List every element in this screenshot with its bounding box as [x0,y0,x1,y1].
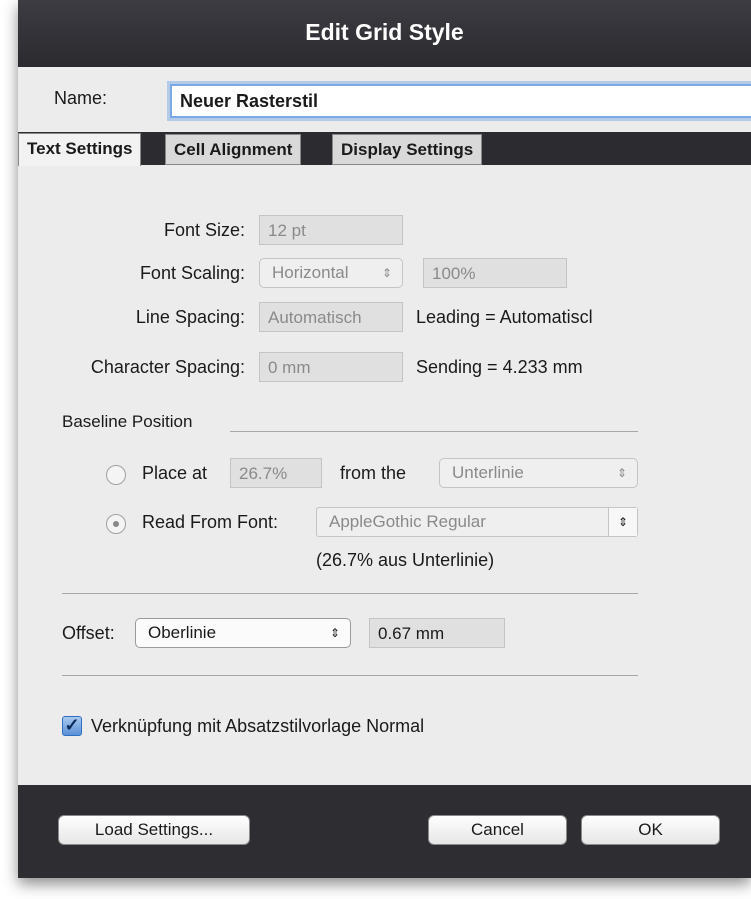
font-size-label: Font Size: [163,220,245,240]
link-paragraph-style-checkbox[interactable]: ✓ [62,716,82,736]
popup-arrows-icon: ⇕ [329,626,340,640]
baseline-heading-divider [230,431,638,432]
offset-section-divider [62,675,638,676]
read-from-font-label: Read From Font: [142,512,279,532]
tab-cell-alignment[interactable]: Cell Alignment [165,134,302,165]
tab-bar: Text Settings Cell Alignment Display Set… [18,132,751,166]
popup-arrows-icon: ⇕ [616,466,627,480]
place-at-label: Place at [142,463,208,483]
character-spacing-label: Character Spacing: [90,357,245,377]
read-from-font-note: (26.7% aus Unterlinie) [316,550,495,570]
offset-mode-popup[interactable]: Oberlinie ⇕ [135,618,351,648]
name-input[interactable]: Neuer Rasterstil [170,84,751,118]
sending-info: Sending = 4.233 mm [416,357,583,377]
radio-selected-dot [113,521,119,527]
button-bar: Load Settings... Cancel OK [18,785,751,878]
popup-arrows-icon: ⇕ [608,508,637,536]
from-value: Unterlinie [452,463,524,482]
font-scaling-popup[interactable]: Horizontal ⇕ [259,258,403,288]
line-spacing-field[interactable]: Automatisch [259,302,403,332]
baseline-section-divider [62,593,638,594]
font-name: AppleGothic Regular [329,512,486,531]
cancel-button[interactable]: Cancel [428,815,567,845]
tab-display-settings[interactable]: Display Settings [332,134,483,165]
offset-value-field[interactable]: 0.67 mm [369,618,505,648]
load-settings-button[interactable]: Load Settings... [58,815,250,845]
place-at-radio[interactable] [106,465,126,485]
read-from-font-popup[interactable]: AppleGothic Regular ⇕ [316,507,638,537]
from-the-label: from the [340,463,407,483]
read-from-font-radio[interactable] [106,514,126,534]
font-scaling-value-field[interactable]: 100% [423,258,567,288]
leading-info: Leading = Automatiscl [416,307,593,327]
dialog-title: Edit Grid Style [18,0,751,67]
place-at-field[interactable]: 26.7% [230,458,322,488]
text-settings-panel: Font Size: 12 pt Font Scaling: Horizonta… [18,165,751,785]
line-spacing-label: Line Spacing: [135,307,245,327]
font-scaling-mode: Horizontal [272,263,349,282]
offset-label: Offset: [62,623,115,643]
offset-mode: Oberlinie [148,623,217,642]
tab-text-settings[interactable]: Text Settings [18,133,142,166]
popup-arrows-icon: ⇕ [381,266,392,280]
font-size-field[interactable]: 12 pt [259,215,403,245]
font-scaling-label: Font Scaling: [139,263,245,283]
name-label: Name: [54,88,108,108]
ok-button[interactable]: OK [581,815,720,845]
baseline-position-heading: Baseline Position [62,412,193,431]
character-spacing-field[interactable]: 0 mm [259,352,403,382]
edit-grid-style-dialog: Edit Grid Style Name: Neuer Rasterstil T… [18,0,751,878]
link-paragraph-style-label: Verknüpfung mit Absatzstilvorlage Normal [91,716,425,736]
place-at-from-popup[interactable]: Unterlinie ⇕ [439,458,638,488]
